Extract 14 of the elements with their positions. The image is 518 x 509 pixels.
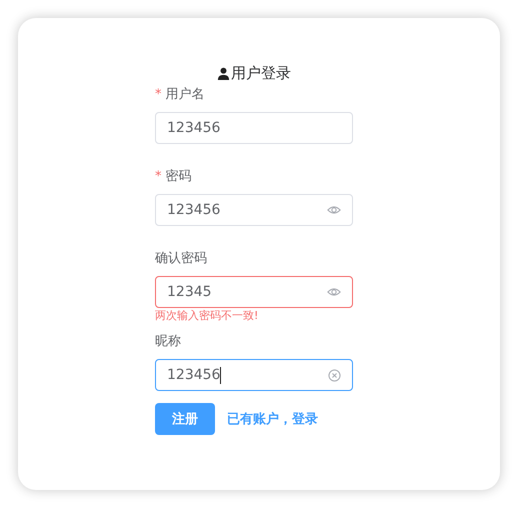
input-field[interactable]: 123456 — [155, 359, 353, 391]
field-label: 确认密码 — [155, 250, 207, 267]
field-label: 昵称 — [155, 333, 181, 350]
input-field[interactable]: 123456 — [155, 112, 353, 144]
required-mark: * — [155, 86, 162, 102]
form-title: 用户登录 — [231, 64, 291, 82]
clear-icon[interactable] — [328, 368, 341, 382]
user-icon — [217, 66, 230, 80]
field-label: 用户名 — [166, 86, 204, 103]
input-field[interactable]: 12345 — [155, 276, 353, 308]
required-mark: * — [155, 168, 162, 184]
input-field[interactable]: 123456 — [155, 194, 353, 226]
field-label: 密码 — [166, 168, 192, 185]
error-message: 两次输入密码不一致! — [155, 309, 260, 323]
